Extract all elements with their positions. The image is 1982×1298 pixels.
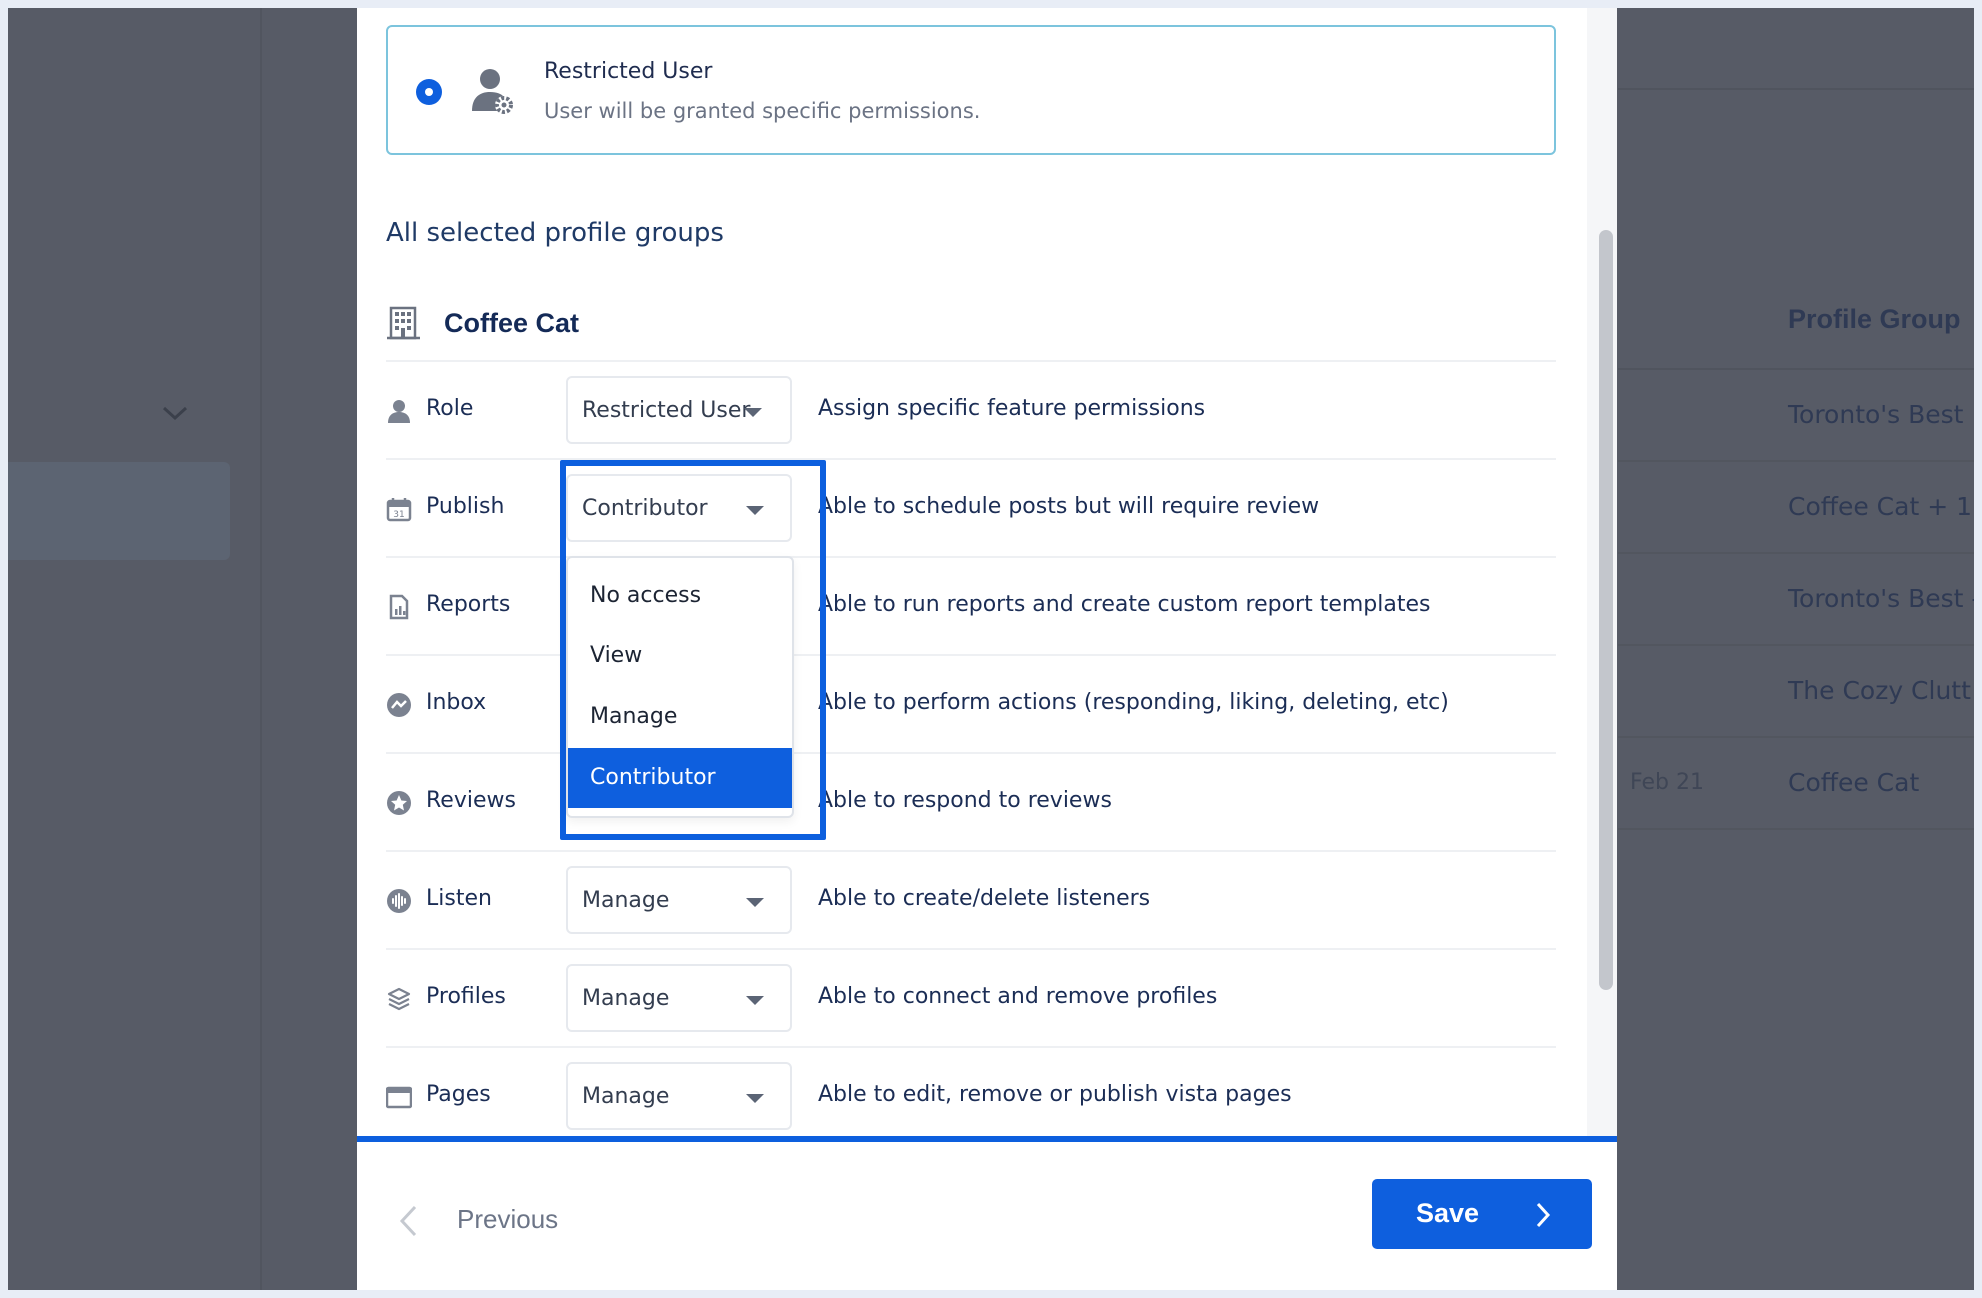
permission-label: Publish <box>426 494 505 519</box>
scrollbar-thumb[interactable] <box>1599 230 1613 990</box>
permissions-modal: Restricted User User will be granted spe… <box>357 8 1617 1290</box>
caret-down-icon <box>746 898 764 907</box>
dropdown-option-manage[interactable]: Manage <box>568 687 792 747</box>
permission-row-pages: Pages Manage Able to edit, remove or pub… <box>385 1046 1556 1144</box>
person-icon <box>386 398 412 424</box>
dropdown-option-no-access[interactable]: No access <box>568 566 792 626</box>
permission-description: Able to run reports and create custom re… <box>818 592 1431 617</box>
permission-row-profiles: Profiles Manage Able to connect and remo… <box>386 948 1556 1046</box>
modal-scrollbar[interactable] <box>1587 8 1617 1136</box>
permission-row-role: Role Restricted User Assign specific fea… <box>386 360 1556 458</box>
caret-down-icon <box>746 1094 764 1103</box>
permission-description: Able to edit, remove or publish vista pa… <box>818 1082 1292 1107</box>
permission-label: Pages <box>426 1082 491 1107</box>
background-divider <box>260 8 262 1290</box>
app-screen: Profile Group Toronto's Best + Coffee Ca… <box>8 8 1974 1290</box>
caret-down-icon <box>746 996 764 1005</box>
pages-select[interactable]: Manage <box>566 1062 792 1130</box>
background-table-row: The Cozy Clutt <box>1618 646 1974 738</box>
radio-selected[interactable] <box>416 79 442 105</box>
background-table-row: Toronto's Best - <box>1618 554 1974 646</box>
building-icon <box>386 304 422 342</box>
user-type-description: User will be granted specific permission… <box>544 99 981 123</box>
profiles-select[interactable]: Manage <box>566 964 792 1032</box>
calendar-icon: 31 <box>386 496 412 522</box>
browser-window-icon <box>385 1084 413 1110</box>
chevron-right-icon <box>1534 1201 1552 1229</box>
background-table-row: Coffee Cat + 1 r <box>1618 462 1974 554</box>
section-title: All selected profile groups <box>386 218 724 248</box>
publish-dropdown-menu: No access View Manage Contributor <box>566 556 794 818</box>
user-gear-icon <box>470 65 518 119</box>
permission-row-listen: Listen Manage Able to create/delete list… <box>386 850 1556 948</box>
profile-group-header: Coffee Cat <box>386 298 579 348</box>
permission-label: Reviews <box>426 788 516 813</box>
dropdown-option-contributor[interactable]: Contributor <box>568 748 792 808</box>
caret-down-icon <box>744 408 762 417</box>
messenger-icon <box>386 692 412 718</box>
background-column-header: Profile Group <box>1618 288 1974 370</box>
layers-icon <box>386 986 412 1012</box>
permission-description: Able to create/delete listeners <box>818 886 1151 911</box>
previous-button[interactable]: Previous <box>457 1204 558 1235</box>
svg-text:31: 31 <box>393 510 404 520</box>
background-chevron-down-icon <box>158 401 192 425</box>
permission-description: Able to perform actions (responding, lik… <box>818 690 1449 715</box>
user-type-title: Restricted User <box>544 59 713 84</box>
listen-select[interactable]: Manage <box>566 866 792 934</box>
background-header <box>1618 8 1974 90</box>
permission-description: Able to respond to reviews <box>818 788 1112 813</box>
user-type-option-restricted[interactable]: Restricted User User will be granted spe… <box>386 25 1556 155</box>
profile-group-name: Coffee Cat <box>444 307 580 338</box>
permission-label: Inbox <box>426 690 487 715</box>
permission-description: Able to connect and remove profiles <box>818 984 1218 1009</box>
background-active-nav-item <box>8 462 230 560</box>
permission-label: Profiles <box>426 984 506 1009</box>
permission-description: Able to schedule posts but will require … <box>818 494 1320 519</box>
permission-label: Role <box>426 396 474 421</box>
star-badge-icon <box>386 790 412 816</box>
report-icon <box>386 594 412 620</box>
footer-divider <box>357 1136 1617 1142</box>
background-table: Profile Group Toronto's Best + Coffee Ca… <box>1618 288 1974 830</box>
background-table-row: Toronto's Best + <box>1618 370 1974 462</box>
permission-label: Reports <box>426 592 511 617</box>
permission-label: Listen <box>426 886 492 911</box>
background-table-row: Feb 21 Coffee Cat <box>1618 738 1974 830</box>
role-select[interactable]: Restricted User <box>566 376 792 444</box>
chevron-left-icon[interactable] <box>397 1204 421 1238</box>
dropdown-option-view[interactable]: View <box>568 626 792 686</box>
permission-description: Assign specific feature permissions <box>818 396 1206 421</box>
save-button[interactable]: Save <box>1372 1179 1592 1249</box>
sound-wave-icon <box>386 888 412 914</box>
